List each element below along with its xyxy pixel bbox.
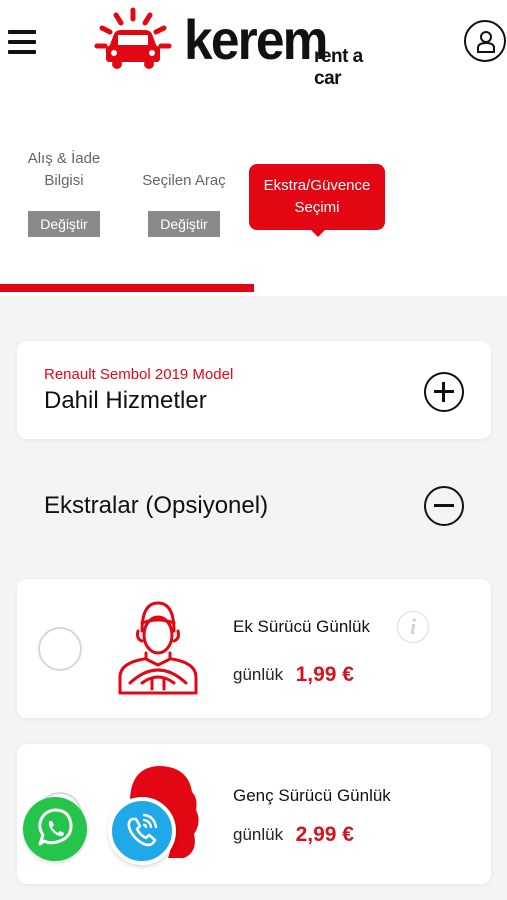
change-car-button[interactable]: Değiştir <box>148 211 220 237</box>
extra-name: Genç Sürücü Günlük <box>233 786 391 805</box>
plus-circle-icon[interactable] <box>424 372 464 412</box>
info-icon[interactable]: i <box>397 611 429 643</box>
price-value: 2,99 € <box>295 823 354 846</box>
whatsapp-icon <box>38 808 73 846</box>
minus-circle-icon[interactable] <box>424 486 464 526</box>
whatsapp-button[interactable] <box>23 797 87 861</box>
booking-steps: Alış & İade Bilgisi Değiştir Seçilen Ara… <box>0 86 507 296</box>
hamburger-menu-icon <box>8 30 36 34</box>
extra-item-young-driver[interactable]: Genç Sürücü Günlük günlük 2,99 € <box>17 744 491 884</box>
user-account-icon <box>477 31 495 53</box>
extra-item-additional-driver[interactable]: Ek Sürücü Günlük i günlük 1,99 € <box>17 579 491 718</box>
account-button[interactable] <box>464 20 506 62</box>
extra-name: Ek Sürücü Günlük <box>233 617 371 636</box>
phone-call-icon <box>127 813 158 847</box>
included-services-card[interactable]: Renault Sembol 2019 Model Dahil Hizmetle… <box>17 341 491 439</box>
header: kerem rent a car <box>0 0 507 89</box>
included-services-title: Dahil Hizmetler <box>44 387 207 414</box>
select-radio[interactable] <box>38 627 82 671</box>
price-value: 1,99 € <box>295 663 354 686</box>
progress-bar <box>0 284 254 292</box>
car-model-label: Renault Sembol 2019 Model <box>44 366 234 383</box>
menu-button[interactable] <box>8 30 36 58</box>
step-selected-car: Seçilen Araç <box>142 172 226 189</box>
logo-subtext: rent a car <box>314 46 363 89</box>
call-button[interactable] <box>108 797 176 865</box>
price-period-label: günlük <box>233 825 284 844</box>
change-pickup-button[interactable]: Değiştir <box>28 211 100 237</box>
step-extras-active: Ekstra/Güvence Seçimi <box>249 164 385 237</box>
driver-icon <box>118 601 198 695</box>
price-period-label: günlük <box>233 665 284 684</box>
step-pickup-return: Alış & İade Bilgisi <box>27 150 101 189</box>
logo-wordmark: kerem <box>184 8 328 71</box>
logo[interactable]: kerem rent a car <box>94 6 394 89</box>
price-row: günlük 2,99 € <box>233 823 354 847</box>
extras-title: Ekstralar (Opsiyonel) <box>44 492 269 519</box>
car-logo-icon <box>94 7 172 69</box>
price-row: günlük 1,99 € <box>233 663 354 687</box>
